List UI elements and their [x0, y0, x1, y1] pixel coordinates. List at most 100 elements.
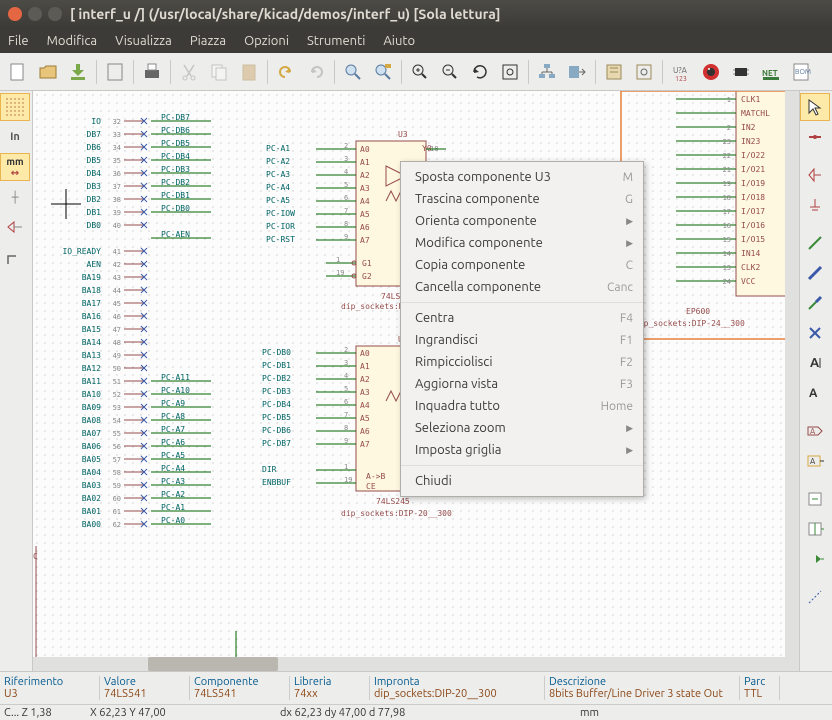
svg-text:MATCHL: MATCHL — [741, 109, 770, 118]
place-junction-tool[interactable]: A — [800, 349, 830, 377]
place-wire-tool[interactable] — [800, 229, 830, 257]
place-hier-label-tool[interactable]: A — [800, 447, 830, 475]
ctx-item[interactable]: Sposta componente U3M — [401, 166, 643, 188]
ctx-item[interactable]: Cancella componenteCanc — [401, 276, 643, 298]
place-wire2bus-tool[interactable] — [800, 289, 830, 317]
svg-text:41: 41 — [113, 248, 121, 256]
bus-direction[interactable] — [0, 243, 30, 271]
svg-text:23: 23 — [723, 138, 731, 146]
place-power-tool[interactable] — [800, 191, 830, 219]
svg-text:IN23: IN23 — [741, 137, 760, 146]
close-button[interactable] — [8, 7, 22, 21]
svg-text:PC-DB2: PC-DB2 — [262, 374, 291, 383]
svg-text:PC-DB7: PC-DB7 — [262, 439, 291, 448]
place-sheetpin-tool[interactable] — [800, 545, 830, 573]
import-sheet-tool[interactable] — [800, 515, 830, 543]
ctx-item[interactable]: IngrandisciF1 — [401, 329, 643, 351]
svg-text:A: A — [809, 387, 818, 400]
maximize-button[interactable] — [48, 7, 62, 21]
replace-icon[interactable] — [369, 58, 397, 86]
ctx-item[interactable]: Trascina componenteG — [401, 188, 643, 210]
place-component-tool[interactable] — [800, 161, 830, 189]
menu-piazza[interactable]: Piazza — [190, 34, 226, 48]
grid-toggle[interactable] — [0, 93, 30, 121]
svg-text:1: 1 — [727, 96, 731, 104]
ctx-item[interactable]: Chiudi — [401, 470, 643, 492]
svg-text:I/O22: I/O22 — [741, 151, 765, 160]
units-in[interactable]: In — [0, 123, 30, 151]
place-sheet-tool[interactable] — [800, 485, 830, 513]
leave-icon[interactable] — [563, 58, 591, 86]
page-icon[interactable] — [101, 58, 129, 86]
place-label-tool[interactable]: A — [800, 379, 830, 407]
redo-icon[interactable] — [302, 58, 330, 86]
svg-text:47: 47 — [113, 326, 121, 334]
svg-text:PC-DB6: PC-DB6 — [262, 426, 291, 435]
svg-text:U?A: U?A — [673, 66, 688, 75]
ctx-item[interactable]: CentraF4 — [401, 307, 643, 329]
place-global-label-tool[interactable]: A — [800, 417, 830, 445]
select-tool[interactable] — [800, 93, 830, 121]
ctx-item[interactable]: Seleziona zoom▶ — [401, 417, 643, 439]
menu-file[interactable]: File — [8, 34, 29, 48]
zoom-redraw-icon[interactable] — [466, 58, 494, 86]
svg-text:PC-A9: PC-A9 — [161, 399, 185, 408]
annotate-icon[interactable]: U?A123 — [667, 58, 695, 86]
new-icon[interactable] — [4, 58, 32, 86]
menu-opzioni[interactable]: Opzioni — [244, 34, 289, 48]
menu-aiuto[interactable]: Aiuto — [383, 34, 415, 48]
place-line-tool[interactable] — [800, 583, 830, 611]
svg-text:BA08: BA08 — [82, 416, 101, 425]
hierarchy-icon[interactable] — [533, 58, 561, 86]
netlist-icon[interactable]: NET — [757, 58, 785, 86]
svg-text:62: 62 — [113, 521, 121, 529]
cvpcb-icon[interactable] — [727, 58, 755, 86]
left-toolbar: In mm↔ ┼ — [0, 91, 33, 687]
svg-text:IN14: IN14 — [741, 249, 760, 258]
svg-text:PC-DB7: PC-DB7 — [161, 113, 190, 122]
undo-icon[interactable] — [272, 58, 300, 86]
paste-icon[interactable] — [235, 58, 263, 86]
bom-icon[interactable]: BOM — [787, 58, 815, 86]
units-mm[interactable]: mm↔ — [0, 153, 30, 181]
erc-icon[interactable] — [697, 58, 725, 86]
zoom-in-icon[interactable] — [406, 58, 434, 86]
status-xy: X 62,23 Y 47,00 — [90, 707, 280, 719]
ctx-item[interactable]: Inquadra tuttoHome — [401, 395, 643, 417]
browse-icon[interactable] — [630, 58, 658, 86]
ctx-item[interactable]: RimpicciolisciF2 — [401, 351, 643, 373]
svg-text:2: 2 — [344, 346, 348, 354]
highlight-net-tool[interactable] — [800, 123, 830, 151]
horizontal-scrollbar[interactable] — [33, 657, 799, 671]
copy-icon[interactable] — [205, 58, 233, 86]
menu-modifica[interactable]: Modifica — [47, 34, 97, 48]
svg-text:PC-A1: PC-A1 — [161, 503, 185, 512]
ctx-item[interactable]: Orienta componente▶ — [401, 210, 643, 232]
zoom-fit-icon[interactable] — [496, 58, 524, 86]
svg-text:PC-A2: PC-A2 — [161, 490, 185, 499]
svg-text:PC-DB0: PC-DB0 — [161, 204, 190, 213]
place-noconnect-tool[interactable] — [800, 319, 830, 347]
find-icon[interactable] — [339, 58, 367, 86]
ctx-item[interactable]: Imposta griglia▶ — [401, 439, 643, 461]
menu-visualizza[interactable]: Visualizza — [115, 34, 172, 48]
hidden-pins[interactable] — [0, 213, 30, 241]
zoom-out-icon[interactable] — [436, 58, 464, 86]
minimize-button[interactable] — [28, 7, 42, 21]
print-icon[interactable] — [138, 58, 166, 86]
cursor-shape[interactable]: ┼ — [0, 183, 30, 211]
save-icon[interactable] — [64, 58, 92, 86]
svg-text:3: 3 — [344, 359, 348, 367]
svg-text:NET: NET — [762, 69, 778, 78]
ctx-item[interactable]: Modifica componente▶ — [401, 232, 643, 254]
vertical-scrollbar[interactable] — [785, 91, 799, 687]
ctx-item[interactable]: Copia componenteC — [401, 254, 643, 276]
menu-strumenti[interactable]: Strumenti — [307, 34, 365, 48]
ctx-item[interactable]: Aggiorna vistaF3 — [401, 373, 643, 395]
place-bus-tool[interactable] — [800, 259, 830, 287]
svg-text:A7: A7 — [360, 236, 370, 245]
open-icon[interactable] — [34, 58, 62, 86]
cut-icon[interactable] — [175, 58, 203, 86]
svg-text:DB6: DB6 — [87, 143, 102, 152]
libedit-icon[interactable] — [600, 58, 628, 86]
